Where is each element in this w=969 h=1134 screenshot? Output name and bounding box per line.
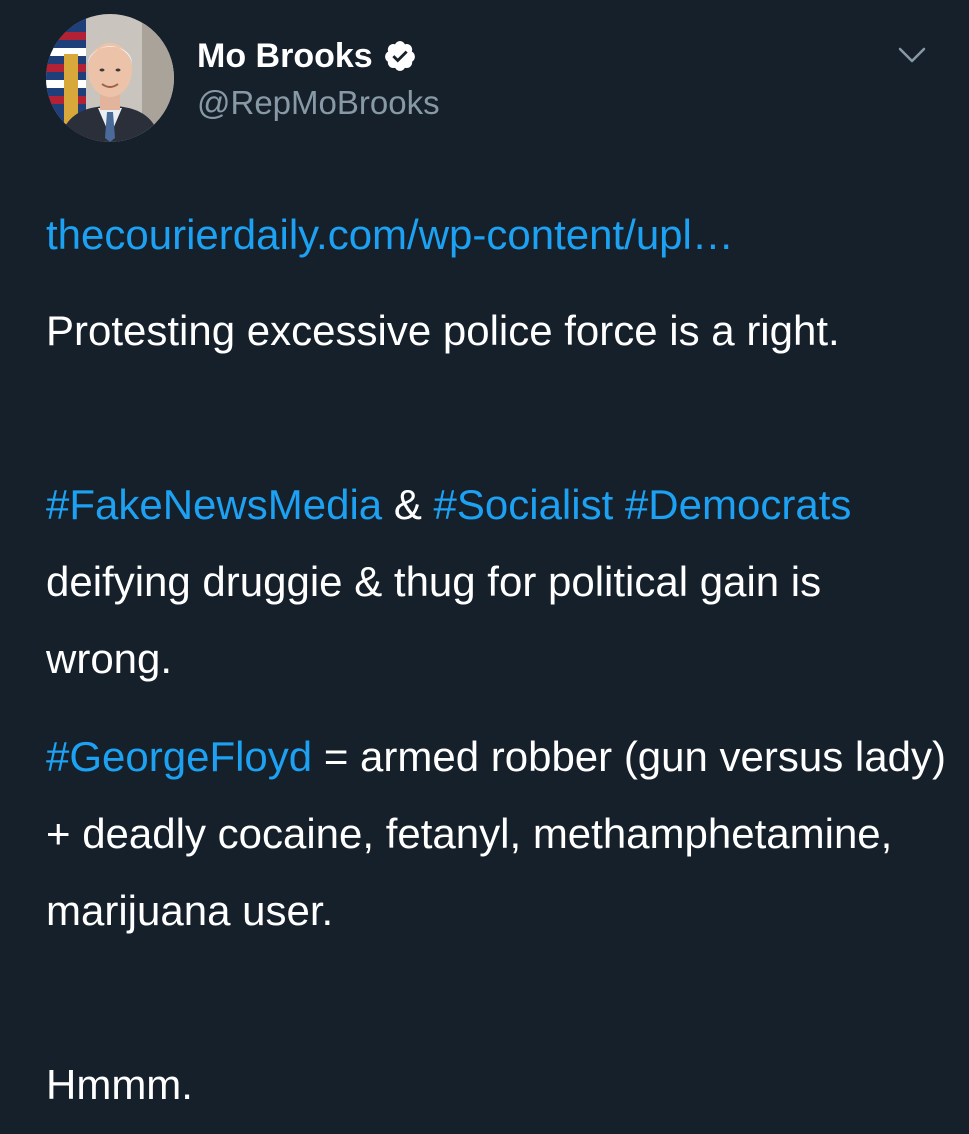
paragraph-2-rest: deifying druggie & thug for political ga… <box>46 558 822 682</box>
author-name[interactable]: Mo Brooks <box>197 36 417 76</box>
chevron-down-icon[interactable] <box>897 44 927 66</box>
avatar[interactable] <box>46 14 174 142</box>
hashtag-socialist[interactable]: #Socialist <box>434 481 614 528</box>
tweet-paragraph-3: #GeorgeFloyd = armed robber (gun versus … <box>46 718 946 949</box>
hashtag-democrats[interactable]: #Democrats <box>625 481 851 528</box>
profile-photo-icon <box>46 14 174 142</box>
tweet-paragraph-4: Hmmm. <box>46 1061 193 1108</box>
ampersand-text: & <box>382 481 434 528</box>
hashtag-fakenewsmedia[interactable]: #FakeNewsMedia <box>46 481 382 528</box>
tweet-paragraph-1: Protesting excessive police force is a r… <box>46 307 840 354</box>
tweet-paragraph-2: #FakeNewsMedia & #Socialist #Democrats d… <box>46 466 946 697</box>
author-name-text[interactable]: Mo Brooks <box>197 37 373 76</box>
author-handle[interactable]: @RepMoBrooks <box>197 84 440 122</box>
verified-badge-icon <box>383 39 417 73</box>
hashtag-georgefloyd[interactable]: #GeorgeFloyd <box>46 733 312 780</box>
tweet: Mo Brooks @RepMoBrooks thecourierdaily.c… <box>0 0 969 1134</box>
tweet-link[interactable]: thecourierdaily.com/wp-content/upl… <box>46 211 734 258</box>
